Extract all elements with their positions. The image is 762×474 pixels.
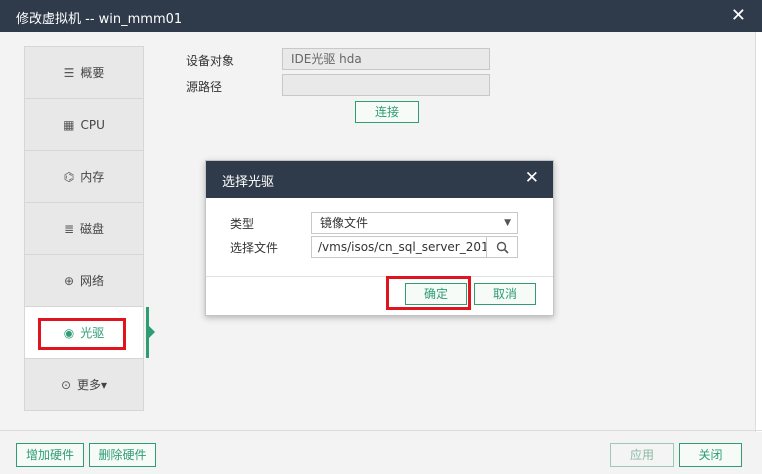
apply-button[interactable]: 应用 [610, 443, 674, 467]
active-arrow-icon [149, 326, 155, 338]
modal-body: 类型 镜像文件 ▼ 选择文件 /vms/isos/cn_sql_server_2… [206, 198, 553, 277]
chevron-down-icon: ▼ [504, 218, 511, 228]
sidebar-item-disk[interactable]: ≣ 磁盘 [24, 202, 144, 254]
close-icon[interactable]: ✕ [731, 5, 746, 26]
memory-icon: ⌬ [63, 169, 75, 184]
dialog-titlebar: 修改虚拟机 -- win_mmm01 ✕ [0, 0, 762, 32]
type-label: 类型 [230, 217, 255, 231]
type-select-value: 镜像文件 [320, 216, 369, 230]
file-input[interactable]: /vms/isos/cn_sql_server_2016 [311, 236, 487, 258]
cancel-button[interactable]: 取消 [474, 283, 536, 305]
file-label: 选择文件 [230, 241, 279, 255]
path-field[interactable] [282, 74, 490, 96]
connect-button[interactable]: 连接 [355, 101, 419, 123]
sidebar-item-label: CPU [80, 117, 105, 132]
sidebar-item-more[interactable]: ⊙ 更多▾ [24, 358, 144, 411]
device-field: IDE光驱 hda [282, 48, 490, 70]
globe-icon: ⊕ [63, 273, 75, 288]
sidebar-item-label: 概要 [80, 66, 105, 80]
list-icon: ☰ [63, 65, 75, 80]
sidebar-nav: ☰ 概要 ▦ CPU ⌬ 内存 ≣ 磁盘 ⊕ 网络 ◉ 光驱 ⊙ 更多▾ [24, 46, 155, 411]
disk-icon: ≣ [63, 221, 75, 236]
sidebar-item-label: 网络 [80, 274, 105, 288]
sidebar-item-label: 内存 [80, 170, 105, 184]
sidebar-item-cpu[interactable]: ▦ CPU [24, 98, 144, 150]
highlight-box-ok [386, 276, 471, 310]
footer-divider [0, 430, 762, 431]
cpu-icon: ▦ [63, 117, 75, 132]
sidebar-item-memory[interactable]: ⌬ 内存 [24, 150, 144, 202]
sidebar-item-label: 磁盘 [80, 222, 105, 236]
dialog-title: 修改虚拟机 -- win_mmm01 [16, 12, 183, 27]
search-icon [496, 241, 509, 254]
background-window-edge [755, 32, 762, 432]
modal-title: 选择光驱 [222, 175, 275, 190]
sidebar-item-label: 更多▾ [77, 378, 108, 392]
device-label: 设备对象 [186, 54, 235, 68]
modal-header: 选择光驱 ✕ [206, 161, 553, 198]
more-icon: ⊙ [60, 377, 72, 392]
search-button[interactable] [486, 236, 518, 258]
path-label: 源路径 [186, 80, 223, 94]
sidebar-item-overview[interactable]: ☰ 概要 [24, 46, 144, 98]
type-select[interactable]: 镜像文件 ▼ [311, 212, 518, 234]
close-icon[interactable]: ✕ [525, 168, 539, 188]
add-hardware-button[interactable]: 增加硬件 [16, 443, 84, 467]
highlight-box-cdrom [38, 318, 126, 350]
sidebar-item-network[interactable]: ⊕ 网络 [24, 254, 144, 306]
remove-hardware-button[interactable]: 删除硬件 [89, 443, 156, 467]
close-button[interactable]: 关闭 [679, 443, 742, 467]
